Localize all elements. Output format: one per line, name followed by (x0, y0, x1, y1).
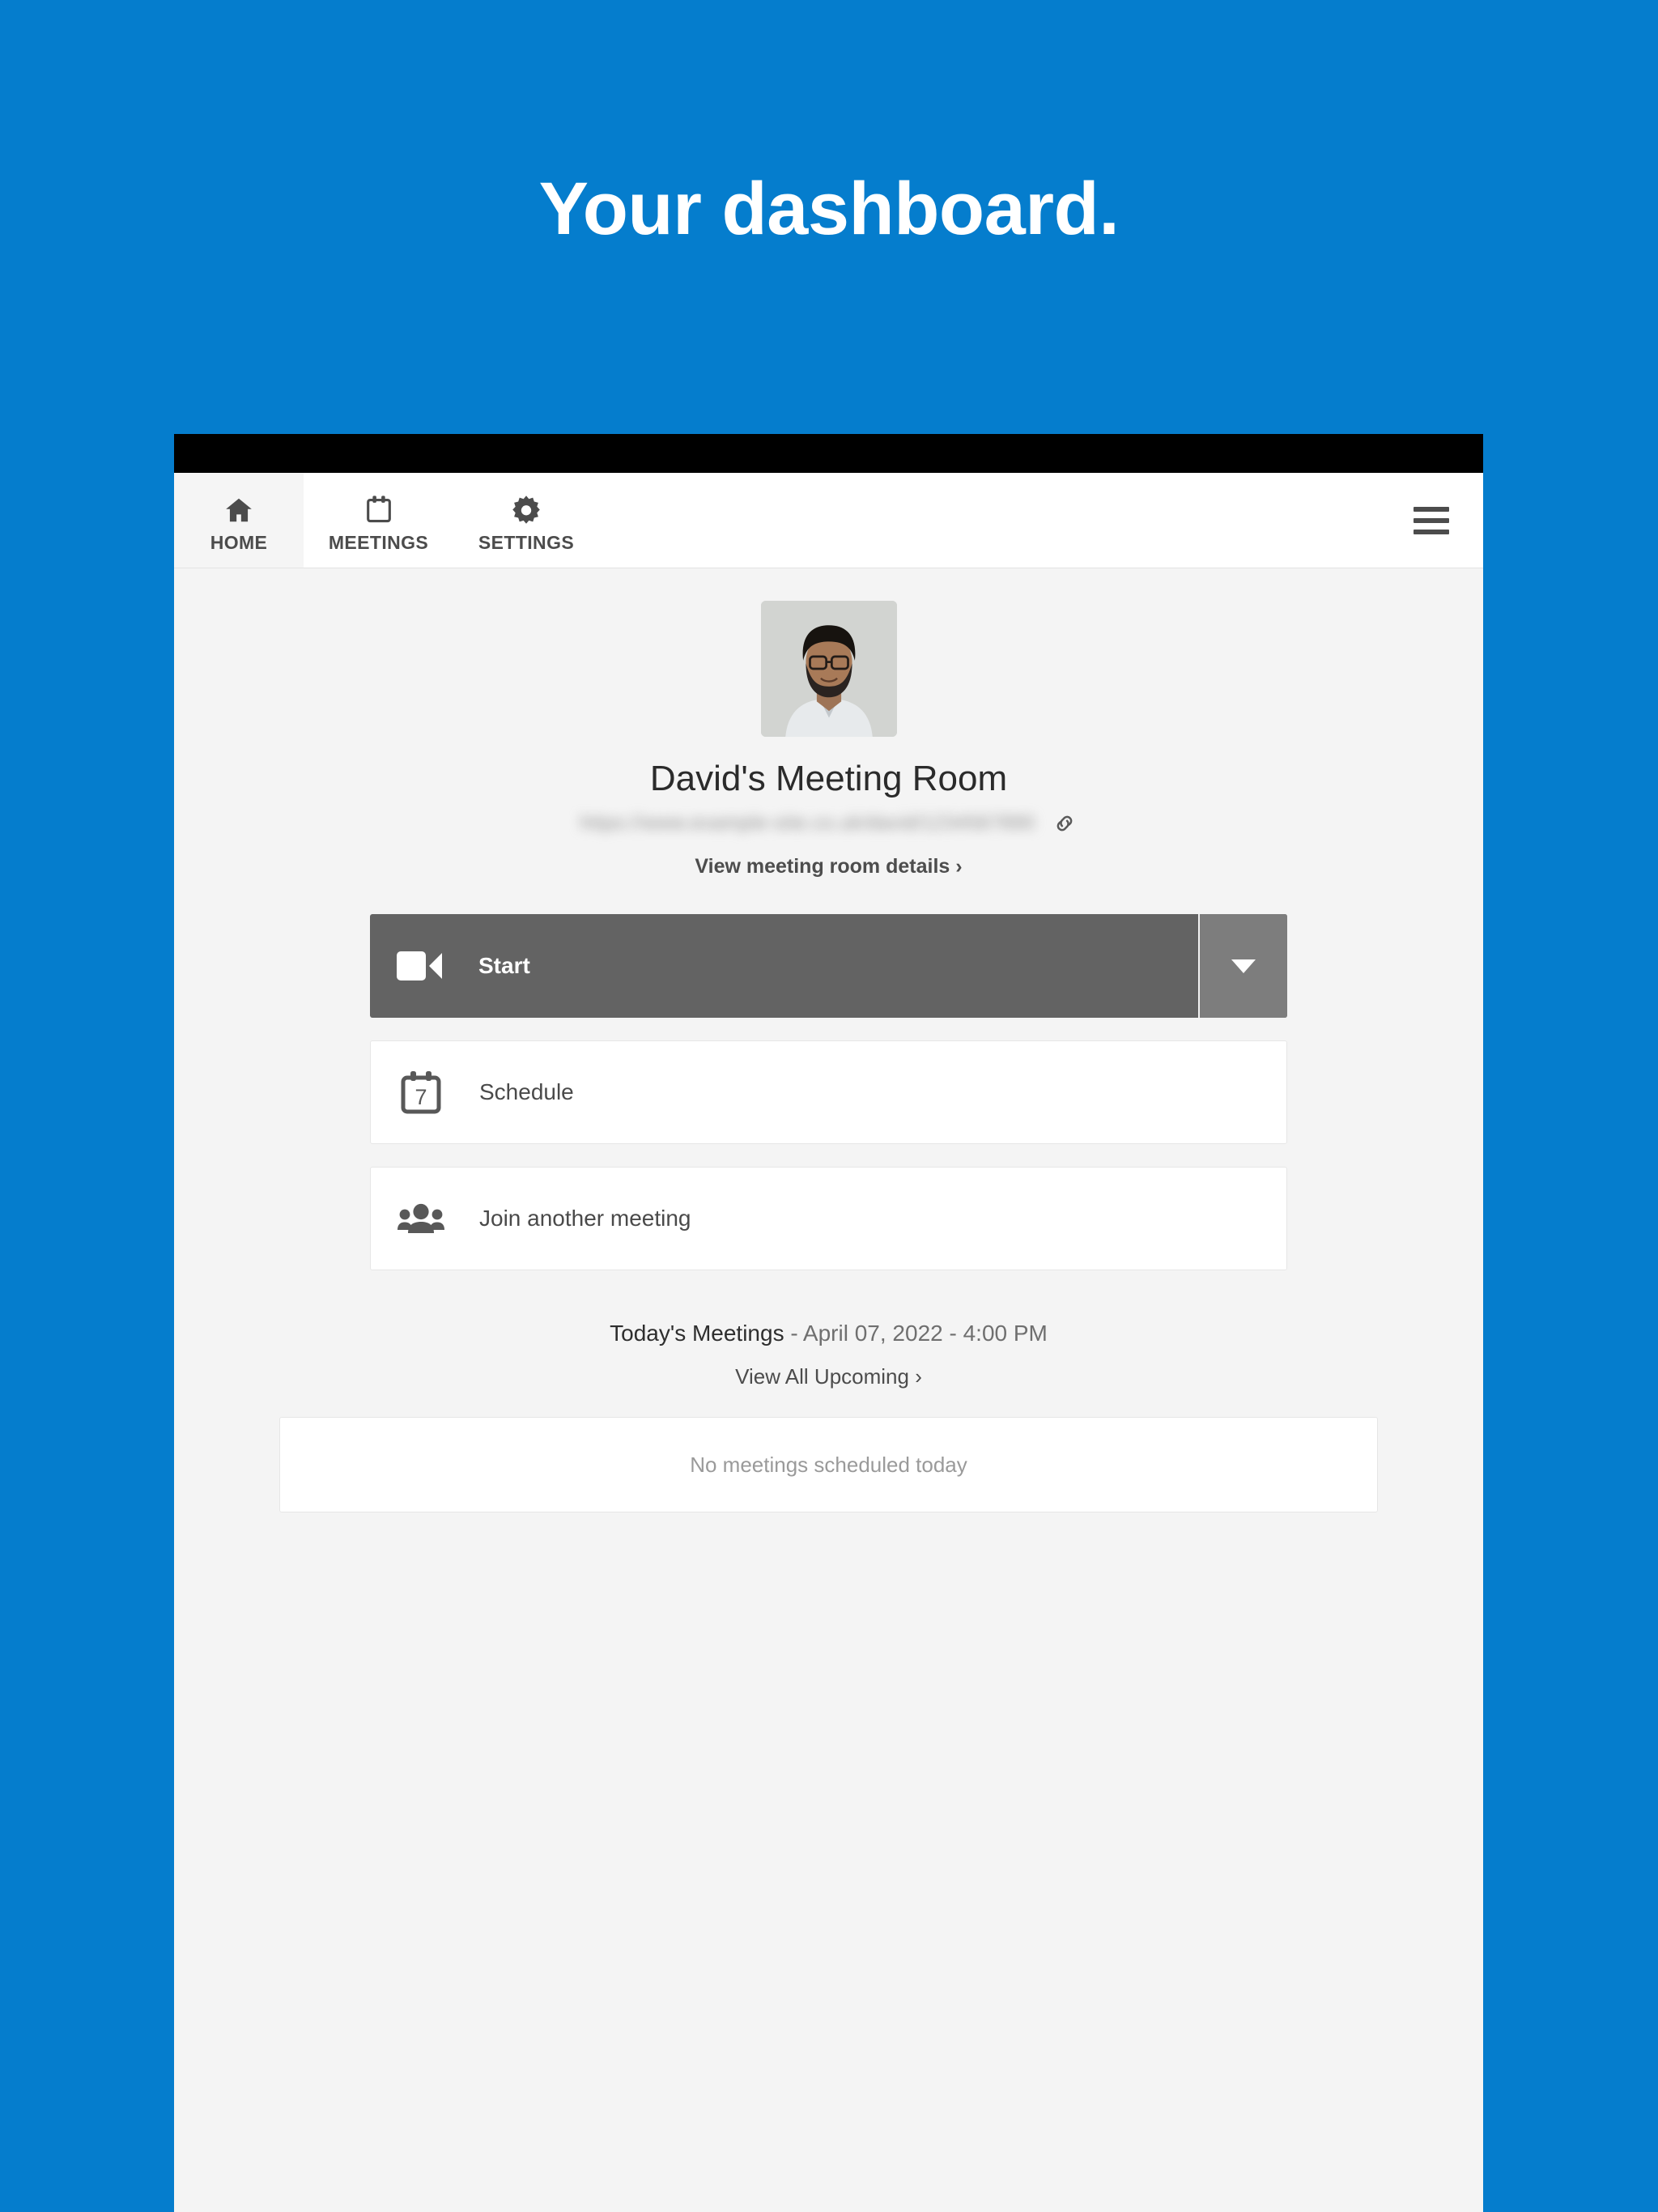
start-meeting-label: Start (478, 953, 530, 979)
hamburger-menu-icon[interactable] (1414, 506, 1449, 534)
caret-down-icon (1231, 959, 1256, 973)
meeting-room-url: https://www.example-site.co.uk/david/123… (580, 812, 1035, 835)
no-meetings-message: No meetings scheduled today (690, 1452, 967, 1477)
status-bar (174, 434, 1483, 473)
calendar-day-7-icon: 7 (397, 1070, 445, 1114)
todays-meetings-title: Today's Meetings (610, 1321, 784, 1346)
todays-meetings-meta: - April 07, 2022 - 4:00 PM (784, 1321, 1048, 1346)
gear-icon (511, 491, 542, 529)
avatar-container (174, 601, 1483, 737)
nav-tab-home-label: HOME (210, 532, 268, 553)
join-another-meeting-label: Join another meeting (479, 1206, 691, 1231)
nav-tab-home[interactable]: HOME (174, 473, 304, 568)
calendar-icon (365, 491, 393, 529)
no-meetings-card: No meetings scheduled today (279, 1417, 1378, 1513)
top-navigation: HOME MEETINGS SETTINGS (174, 473, 1483, 568)
view-meeting-room-details-link[interactable]: View meeting room details › (174, 855, 1483, 878)
hamburger-line (1414, 529, 1449, 534)
nav-tab-settings-label: SETTINGS (478, 532, 575, 553)
start-meeting-main[interactable]: Start (370, 914, 1198, 1018)
schedule-label: Schedule (479, 1079, 574, 1105)
nav-tab-meetings-label: MEETINGS (328, 532, 429, 553)
app-window: HOME MEETINGS SETTINGS David's Meeting R… (174, 434, 1483, 2212)
meeting-room-title: David's Meeting Room (649, 759, 1008, 798)
calendar-day-number: 7 (414, 1085, 427, 1109)
hamburger-line (1414, 517, 1449, 523)
hamburger-line (1414, 506, 1449, 512)
nav-tab-meetings[interactable]: MEETINGS (304, 473, 453, 568)
nav-tab-settings[interactable]: SETTINGS (453, 473, 599, 568)
dashboard-content: David's Meeting Room https://www.example… (174, 568, 1483, 2212)
page-title: Your dashboard. (538, 167, 1120, 250)
people-group-icon (397, 1201, 445, 1236)
user-photo-avatar (760, 601, 897, 737)
video-camera-icon (396, 948, 444, 984)
start-meeting-button[interactable]: Start (370, 914, 1287, 1019)
hero-banner: Your dashboard. (0, 0, 1658, 433)
action-list: Start 7 Schedule Join another meeting (370, 914, 1287, 1271)
start-meeting-dropdown[interactable] (1198, 914, 1287, 1019)
join-another-meeting-button[interactable]: Join another meeting (370, 1167, 1287, 1271)
todays-meetings-header: Today's Meetings - April 07, 2022 - 4:00… (174, 1321, 1483, 1346)
meeting-room-url-row: https://www.example-site.co.uk/david/123… (174, 811, 1483, 836)
link-icon[interactable] (1052, 811, 1077, 836)
avatar (760, 601, 897, 737)
home-icon (223, 491, 254, 529)
schedule-button[interactable]: 7 Schedule (370, 1040, 1287, 1145)
view-all-upcoming-link[interactable]: View All Upcoming › (174, 1364, 1483, 1389)
